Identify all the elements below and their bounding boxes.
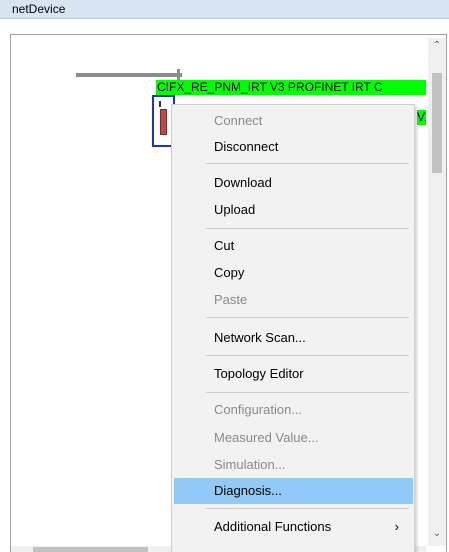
menu-item-cut[interactable]: Cut <box>174 233 413 259</box>
menu-item-configuration[interactable]: Configuration... <box>174 397 413 423</box>
menu-separator <box>206 355 409 356</box>
device-chip-icon <box>160 109 167 135</box>
menu-item-additional-functions[interactable]: Additional Functions › <box>174 514 413 540</box>
menu-separator <box>206 392 409 393</box>
device-name-label-overflow: V2 <box>417 110 426 125</box>
menu-separator <box>206 163 409 164</box>
network-bus-line <box>76 73 182 77</box>
menu-separator <box>206 228 409 229</box>
menu-item-download[interactable]: Download <box>174 170 413 196</box>
horizontal-scroll-thumb[interactable] <box>33 547 148 552</box>
menu-item-topology-editor[interactable]: Topology Editor <box>174 361 413 387</box>
menu-item-network-scan[interactable]: Network Scan... <box>174 325 413 351</box>
menu-item-copy[interactable]: Copy <box>174 260 413 286</box>
menu-item-diagnosis[interactable]: Diagnosis... <box>174 478 413 504</box>
chevron-right-icon: › <box>394 519 399 534</box>
vertical-scrollbar[interactable]: ⌃ ⌄ <box>428 38 446 546</box>
menu-item-paste[interactable]: Paste <box>174 287 413 313</box>
menu-item-measured-value[interactable]: Measured Value... <box>174 425 413 451</box>
window-titlebar: netDevice <box>0 0 449 19</box>
menu-item-simulation[interactable]: Simulation... <box>174 452 413 478</box>
vertical-scroll-thumb[interactable] <box>432 73 442 173</box>
window-title: netDevice <box>12 2 66 16</box>
chevron-down-icon[interactable]: ⌄ <box>428 528 446 539</box>
menu-separator <box>206 508 409 509</box>
device-connector-icon <box>159 101 161 107</box>
menu-item-connect[interactable]: Connect <box>174 108 413 134</box>
device-name-label[interactable]: CIFX_RE_PNM_IRT V3 PROFINET IRT C <box>156 80 426 95</box>
menu-separator <box>206 317 409 318</box>
menu-item-disconnect[interactable]: Disconnect <box>174 134 413 160</box>
menu-item-label: Additional Functions <box>214 519 332 534</box>
context-menu: Connect Disconnect Download Upload Cut C… <box>171 104 415 552</box>
menu-item-upload[interactable]: Upload <box>174 197 413 223</box>
chevron-up-icon[interactable]: ⌃ <box>428 40 446 51</box>
